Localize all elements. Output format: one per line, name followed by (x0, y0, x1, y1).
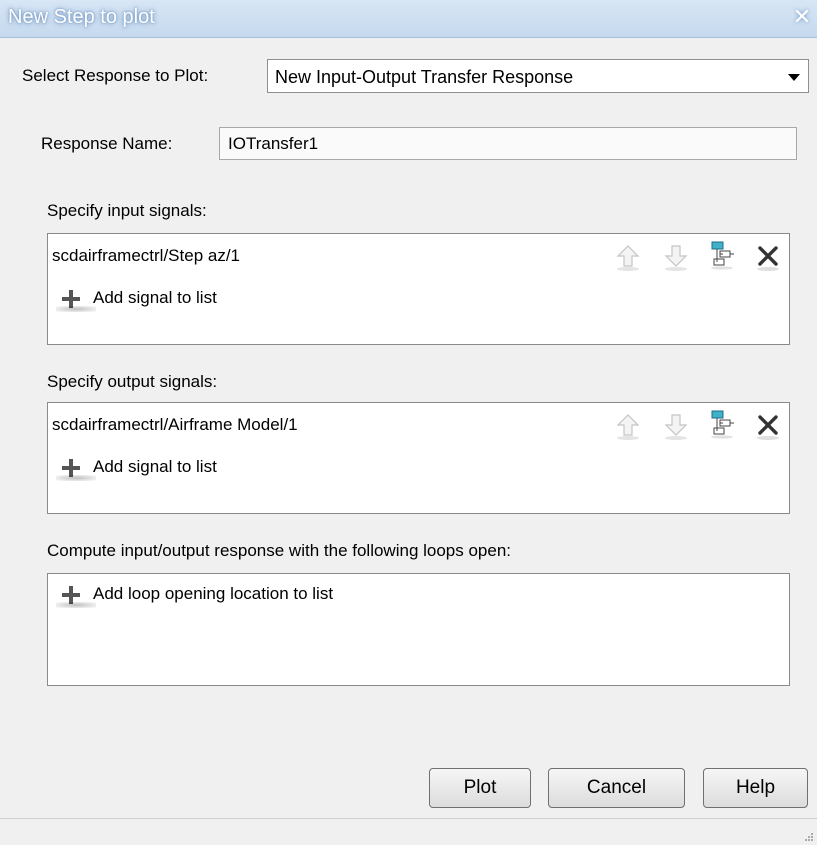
highlight-in-model-icon[interactable] (708, 409, 736, 439)
window-title: New Step to plot (8, 6, 155, 28)
add-signal-label: Add signal to list (93, 457, 217, 476)
delete-x-icon[interactable] (754, 242, 782, 272)
response-type-dropdown[interactable]: New Input-Output Transfer Response (267, 59, 809, 93)
add-loop-opening-label: Add loop opening location to list (93, 584, 334, 603)
help-button[interactable]: Help (703, 768, 808, 808)
highlight-in-model-icon[interactable] (708, 240, 736, 270)
list-item[interactable]: scdairframectrl/Step az/1 (52, 246, 240, 266)
add-signal-label: Add signal to list (93, 288, 217, 307)
input-signals-label: Specify input signals: (47, 201, 207, 220)
output-signals-list: scdairframectrl/Airframe Model/1 Add sig… (47, 402, 790, 514)
add-loop-opening-button[interactable]: Add loop opening location to list (56, 580, 436, 610)
status-bar (0, 818, 817, 845)
arrow-down-icon[interactable] (662, 411, 690, 441)
resize-grip-icon[interactable] (804, 832, 814, 842)
add-output-signal-button[interactable]: Add signal to list (56, 453, 316, 483)
arrow-up-icon[interactable] (614, 242, 642, 272)
title-bar: New Step to plot ✕ (0, 0, 817, 38)
close-icon[interactable]: ✕ (791, 5, 813, 29)
arrow-down-icon[interactable] (662, 242, 690, 272)
add-input-signal-button[interactable]: Add signal to list (56, 284, 316, 314)
input-signals-list: scdairframectrl/Step az/1 Add signal to … (47, 233, 790, 345)
loop-openings-list: Add loop opening location to list (47, 573, 790, 686)
plot-button[interactable]: Plot (429, 768, 531, 808)
response-name-label: Response Name: (41, 134, 173, 153)
list-item[interactable]: scdairframectrl/Airframe Model/1 (52, 415, 298, 435)
arrow-up-icon[interactable] (614, 411, 642, 441)
response-type-value: New Input-Output Transfer Response (275, 67, 574, 87)
response-name-input[interactable] (219, 127, 797, 160)
output-signals-label: Specify output signals: (47, 372, 218, 391)
loops-open-label: Compute input/output response with the f… (47, 541, 512, 560)
delete-x-icon[interactable] (754, 411, 782, 441)
chevron-down-icon (788, 74, 800, 81)
select-response-label: Select Response to Plot: (22, 66, 209, 85)
cancel-button[interactable]: Cancel (548, 768, 685, 808)
